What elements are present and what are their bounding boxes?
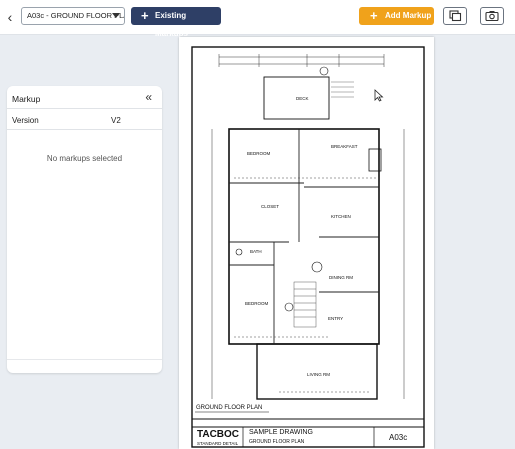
logo-subtext: STANDARD DETAIL (197, 441, 239, 446)
project-name: SAMPLE DRAWING (249, 429, 313, 436)
panel-title: Markup (12, 94, 41, 104)
room-label: BATH (250, 249, 262, 254)
sheet-select-value: A03c - GROUND FLOOR PLA (27, 11, 125, 20)
mouse-cursor-icon (374, 89, 384, 102)
sheet-select[interactable]: A03c - GROUND FLOOR PLA (21, 7, 125, 25)
camera-icon (485, 11, 499, 22)
chevron-left-icon[interactable]: ‹ (4, 9, 16, 25)
divider (7, 129, 162, 130)
caret-down-icon (112, 13, 120, 18)
version-label: Version (12, 116, 39, 125)
room-label: BREAKFAST (331, 144, 358, 149)
version-value: V2 (111, 116, 121, 125)
top-toolbar: ‹ A03c - GROUND FLOOR PLA + Existing Mar… (0, 0, 515, 38)
plus-icon: + (370, 8, 378, 23)
room-label: LIVING RM (307, 372, 331, 377)
layers-icon (449, 10, 462, 22)
room-label: DECK (296, 96, 309, 101)
existing-markups-label: Existing Markups (155, 11, 188, 38)
drawing-viewer[interactable]: DECK BEDROOM BREAKFAST CLOSET KITCHEN DI… (179, 37, 434, 449)
add-markup-button[interactable]: + Add Markup (359, 7, 434, 25)
logo-text: TACBOC (197, 429, 240, 440)
plus-icon: + (141, 8, 149, 23)
room-label: DINING RM (329, 275, 353, 280)
sheet-number: A03c (389, 433, 408, 442)
room-label: ENTRY (328, 316, 344, 321)
compare-button[interactable] (443, 7, 467, 25)
divider (7, 359, 162, 360)
empty-markups-message: No markups selected (46, 154, 123, 163)
sheet-name: GROUND FLOOR PLAN (249, 439, 305, 445)
room-label: CLOSET (261, 204, 280, 209)
collapse-double-chevron-icon[interactable]: « (145, 90, 152, 104)
room-label: KITCHEN (331, 214, 351, 219)
snapshot-button[interactable] (480, 7, 504, 25)
divider (7, 108, 162, 109)
room-label: BEDROOM (247, 151, 271, 156)
existing-markups-button[interactable]: + Existing Markups (131, 7, 221, 38)
markup-panel: Markup « Version V2 No markups selected (7, 86, 162, 373)
add-markup-label: Add Markup (385, 11, 432, 20)
plan-title: GROUND FLOOR PLAN (196, 405, 263, 411)
room-label: BEDROOM (245, 301, 269, 306)
